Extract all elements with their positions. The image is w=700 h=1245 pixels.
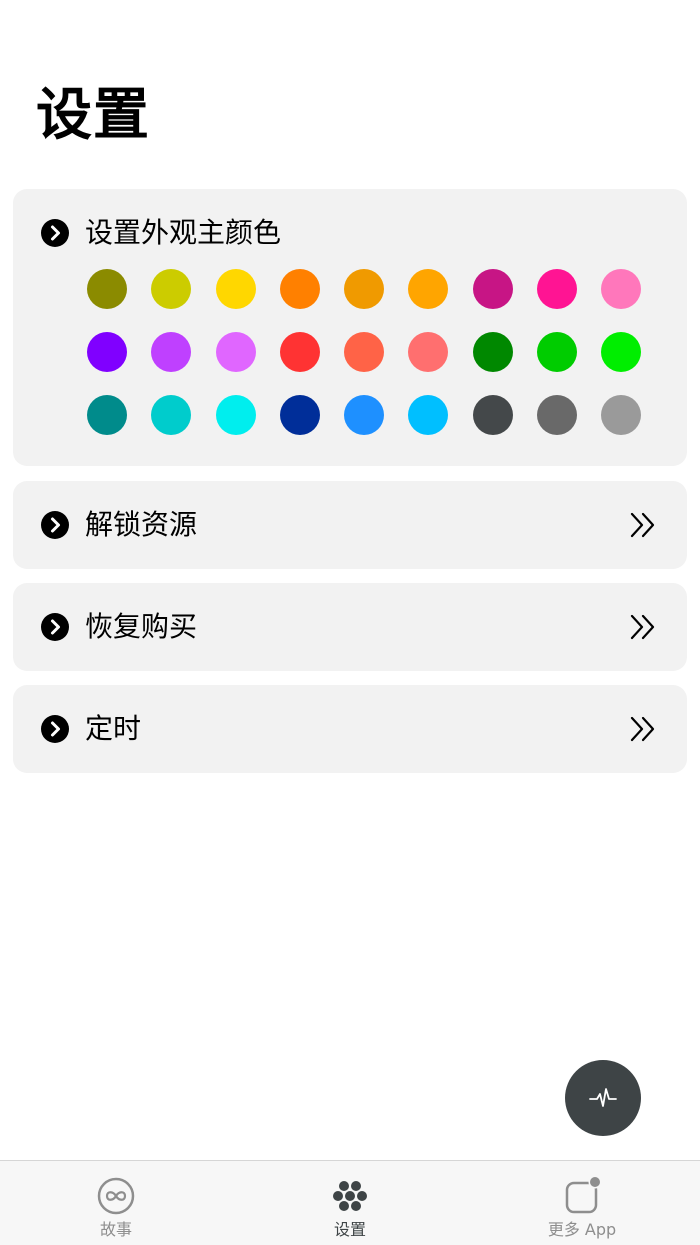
infinity-icon xyxy=(97,1177,135,1215)
tab-more-apps-label: 更多 App xyxy=(547,1220,617,1239)
chevron-right-circle-icon xyxy=(41,511,69,539)
color-swatch[interactable] xyxy=(279,395,320,435)
chevron-right-circle-icon xyxy=(41,613,69,641)
tab-more-apps[interactable]: 更多 App xyxy=(512,1161,652,1245)
color-swatch[interactable] xyxy=(151,395,192,435)
pulse-fab-button[interactable] xyxy=(565,1060,641,1136)
theme-color-card: 设置外观主颜色 xyxy=(13,189,687,466)
tab-settings-label: 设置 xyxy=(333,1220,366,1239)
color-swatch[interactable] xyxy=(537,269,578,309)
theme-color-label: 设置外观主颜色 xyxy=(85,216,282,249)
unlock-resources-row[interactable]: 解锁资源 xyxy=(13,481,687,569)
color-swatch[interactable] xyxy=(87,332,127,372)
restore-purchases-row[interactable]: 恢复购买 xyxy=(13,583,687,671)
color-swatch[interactable] xyxy=(601,332,642,372)
pulse-icon xyxy=(589,1088,617,1107)
color-swatch[interactable] xyxy=(472,395,513,435)
color-swatch[interactable] xyxy=(215,395,256,435)
color-swatch[interactable] xyxy=(472,332,513,372)
timer-row[interactable]: 定时 xyxy=(13,685,687,773)
color-swatch[interactable] xyxy=(279,269,320,309)
color-swatch[interactable] xyxy=(408,269,449,309)
page-title: 设置 xyxy=(36,83,150,148)
double-chevron-right-icon xyxy=(630,512,655,538)
color-swatch[interactable] xyxy=(87,269,127,309)
color-swatch[interactable] xyxy=(472,269,513,309)
color-swatch[interactable] xyxy=(408,332,449,372)
dots-grid-icon xyxy=(333,1181,367,1211)
unlock-resources-label: 解锁资源 xyxy=(85,508,198,541)
chevron-right-circle-icon xyxy=(41,219,69,247)
color-swatch[interactable] xyxy=(344,332,385,372)
color-swatch[interactable] xyxy=(215,332,256,372)
color-swatch[interactable] xyxy=(537,395,578,435)
app-badge-icon xyxy=(565,1176,602,1214)
color-swatch[interactable] xyxy=(408,395,449,435)
color-swatch[interactable] xyxy=(215,269,256,309)
color-swatch[interactable] xyxy=(601,269,642,309)
bottom-tab-bar: 故事 设置 更多 App xyxy=(0,1160,700,1245)
color-swatch-grid xyxy=(87,269,642,435)
color-swatch[interactable] xyxy=(279,332,320,372)
color-swatch[interactable] xyxy=(344,269,385,309)
chevron-right-circle-icon xyxy=(41,715,69,743)
color-swatch[interactable] xyxy=(344,395,385,435)
tab-settings[interactable]: 设置 xyxy=(280,1161,420,1245)
color-swatch[interactable] xyxy=(151,269,192,309)
double-chevron-right-icon xyxy=(630,716,655,742)
color-swatch[interactable] xyxy=(601,395,642,435)
tab-stories-label: 故事 xyxy=(99,1220,132,1239)
tab-stories[interactable]: 故事 xyxy=(46,1161,186,1245)
color-swatch[interactable] xyxy=(151,332,192,372)
timer-label: 定时 xyxy=(85,712,142,745)
color-swatch[interactable] xyxy=(537,332,578,372)
restore-purchases-label: 恢复购买 xyxy=(85,610,198,643)
color-swatch[interactable] xyxy=(87,395,127,435)
double-chevron-right-icon xyxy=(630,614,655,640)
